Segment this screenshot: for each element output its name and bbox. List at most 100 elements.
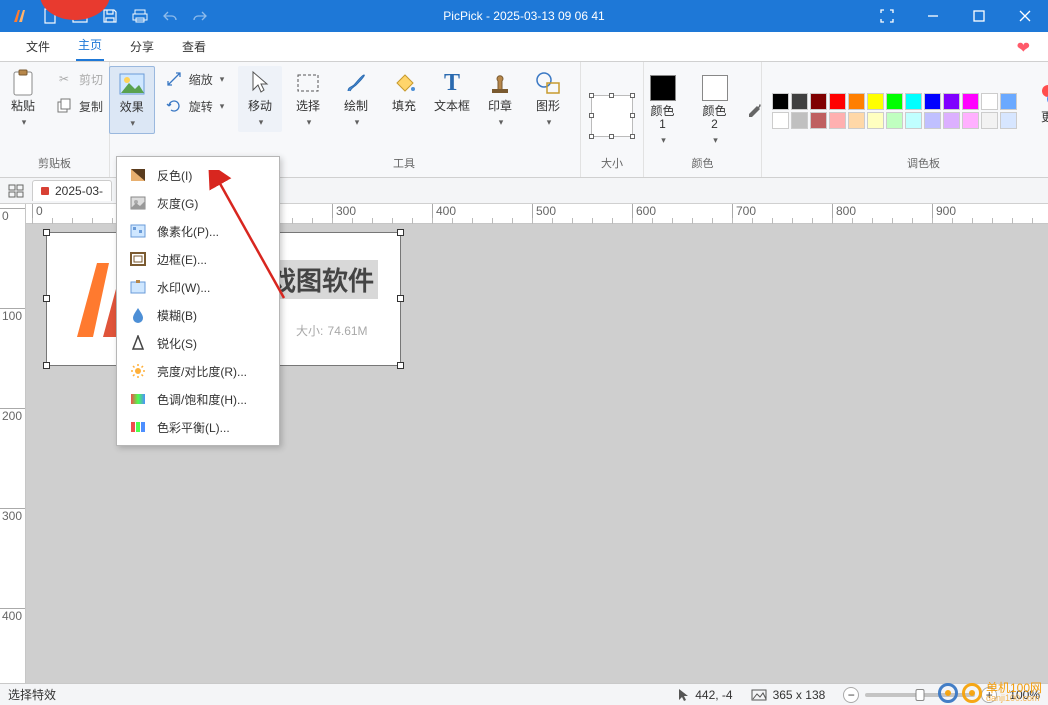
shapes-tool[interactable]: 图形▾ xyxy=(526,66,570,132)
palette-swatch[interactable] xyxy=(791,112,808,129)
modified-indicator-icon xyxy=(41,187,49,195)
window-title: PicPick - 2025-03-13 09 06 41 xyxy=(443,9,604,23)
menu-item-pixelate[interactable]: 像素化(P)... xyxy=(117,217,279,245)
print-icon[interactable] xyxy=(132,8,148,24)
color1-button[interactable]: 颜色 1▾ xyxy=(641,71,685,150)
close-button[interactable] xyxy=(1002,0,1048,32)
cut-button[interactable]: ✂剪切 xyxy=(49,66,108,92)
palette-swatch[interactable] xyxy=(848,112,865,129)
menu-item-brightness[interactable]: 亮度/对比度(R)... xyxy=(117,357,279,385)
palette-swatch[interactable] xyxy=(886,112,903,129)
brush-icon xyxy=(343,70,369,96)
scale-button[interactable]: 缩放▾ xyxy=(159,66,230,92)
stamp-tool[interactable]: 印章▾ xyxy=(478,66,522,132)
rotate-button[interactable]: 旋转▾ xyxy=(159,93,230,119)
text-tool[interactable]: T 文本框 xyxy=(430,66,474,117)
statusbar: 选择特效 442, -4 365 x 138 − + 100% xyxy=(0,683,1048,705)
minimize-button[interactable] xyxy=(910,0,956,32)
chevron-down-icon: ▾ xyxy=(22,117,27,128)
document-tab[interactable]: 2025-03- xyxy=(32,180,112,201)
effects-dropdown-menu: 反色(I)灰度(G)像素化(P)...边框(E)...水印(W)...模糊(B)… xyxy=(116,156,280,446)
menu-item-grayscale[interactable]: 灰度(G) xyxy=(117,189,279,217)
watermark: 单机100网danji100.com xyxy=(938,682,1042,703)
palette-swatch[interactable] xyxy=(810,112,827,129)
color1-swatch xyxy=(650,75,676,101)
fullscreen-button[interactable] xyxy=(864,0,910,32)
palette-swatch[interactable] xyxy=(1000,112,1017,129)
fill-tool[interactable]: 填充 xyxy=(382,66,426,117)
palette-swatch[interactable] xyxy=(848,93,865,110)
move-tool[interactable]: 移动▾ xyxy=(238,66,282,132)
palette-swatch[interactable] xyxy=(905,93,922,110)
grayscale-icon xyxy=(129,194,147,212)
palette-swatch[interactable] xyxy=(867,112,884,129)
menu-item-blur[interactable]: 模糊(B) xyxy=(117,301,279,329)
color2-button[interactable]: 颜色 2▾ xyxy=(693,71,737,150)
palette-swatch[interactable] xyxy=(905,112,922,129)
palette-swatch[interactable] xyxy=(943,112,960,129)
tab-file[interactable]: 文件 xyxy=(24,32,52,61)
resize-handles-icon[interactable] xyxy=(591,95,633,137)
copy-icon xyxy=(54,96,74,116)
palette-swatch[interactable] xyxy=(924,93,941,110)
bucket-icon xyxy=(391,70,417,96)
cursor-position: 442, -4 xyxy=(677,688,732,702)
color2-swatch xyxy=(702,75,728,101)
rotate-icon xyxy=(164,96,184,116)
maximize-button[interactable] xyxy=(956,0,1002,32)
menu-item-hue[interactable]: 色调/饱和度(H)... xyxy=(117,385,279,413)
paste-button[interactable]: 粘贴 ▾ xyxy=(1,66,45,132)
undo-icon[interactable] xyxy=(162,8,178,24)
palette-swatch[interactable] xyxy=(791,93,808,110)
palette-swatch[interactable] xyxy=(772,93,789,110)
palette-swatch[interactable] xyxy=(886,93,903,110)
hue-icon xyxy=(129,390,147,408)
draw-tool[interactable]: 绘制▾ xyxy=(334,66,378,132)
redo-icon[interactable] xyxy=(192,8,208,24)
palette-swatch[interactable] xyxy=(772,112,789,129)
balance-icon xyxy=(129,418,147,436)
canvas-size-text: 大小: 74.61M xyxy=(296,322,368,339)
palette-swatch[interactable] xyxy=(981,112,998,129)
palette-swatch[interactable] xyxy=(962,112,979,129)
palette-swatch[interactable] xyxy=(829,112,846,129)
tab-view[interactable]: 查看 xyxy=(180,32,208,61)
menu-item-invert[interactable]: 反色(I) xyxy=(117,161,279,189)
effects-button[interactable]: 效果 ▾ xyxy=(109,66,155,134)
tab-share[interactable]: 分享 xyxy=(128,32,156,61)
brightness-icon xyxy=(129,362,147,380)
palette-swatch[interactable] xyxy=(981,93,998,110)
menu-item-balance[interactable]: 色彩平衡(L)... xyxy=(117,413,279,441)
select-tool[interactable]: 选择▾ xyxy=(286,66,330,132)
palette-swatch[interactable] xyxy=(962,93,979,110)
cursor-icon xyxy=(247,70,273,96)
titlebar: PicPick - 2025-03-13 09 06 41 xyxy=(0,0,1048,32)
scissors-icon: ✂ xyxy=(54,69,74,89)
color-palette[interactable] xyxy=(772,93,1017,129)
more-colors-button[interactable]: 更多▾ xyxy=(1031,77,1048,143)
document-tab-label: 2025-03- xyxy=(55,184,103,198)
palette-swatch[interactable] xyxy=(924,112,941,129)
copy-button[interactable]: 复制 xyxy=(49,93,108,119)
menu-item-frame[interactable]: 边框(E)... xyxy=(117,245,279,273)
tab-home[interactable]: 主页 xyxy=(76,30,104,61)
menu-item-watermark[interactable]: 水印(W)... xyxy=(117,273,279,301)
pixelate-icon xyxy=(129,222,147,240)
marquee-icon xyxy=(295,70,321,96)
chevron-down-icon: ▾ xyxy=(130,118,135,129)
palette-swatch[interactable] xyxy=(1000,93,1017,110)
palette-swatch[interactable] xyxy=(829,93,846,110)
resize-icon xyxy=(164,69,184,89)
palette-swatch[interactable] xyxy=(943,93,960,110)
zoom-out-button[interactable]: − xyxy=(843,687,859,703)
group-label-palette: 调色板 xyxy=(907,155,940,175)
menu-item-sharpen[interactable]: 锐化(S) xyxy=(117,329,279,357)
palette-swatch[interactable] xyxy=(867,93,884,110)
save-icon[interactable] xyxy=(102,8,118,24)
clipboard-icon xyxy=(10,70,36,96)
sharpen-icon xyxy=(129,334,147,352)
favorite-icon[interactable]: ❤ xyxy=(1017,38,1030,58)
window-layout-icon[interactable] xyxy=(6,181,26,201)
group-label-color: 颜色 xyxy=(692,155,714,175)
palette-swatch[interactable] xyxy=(810,93,827,110)
